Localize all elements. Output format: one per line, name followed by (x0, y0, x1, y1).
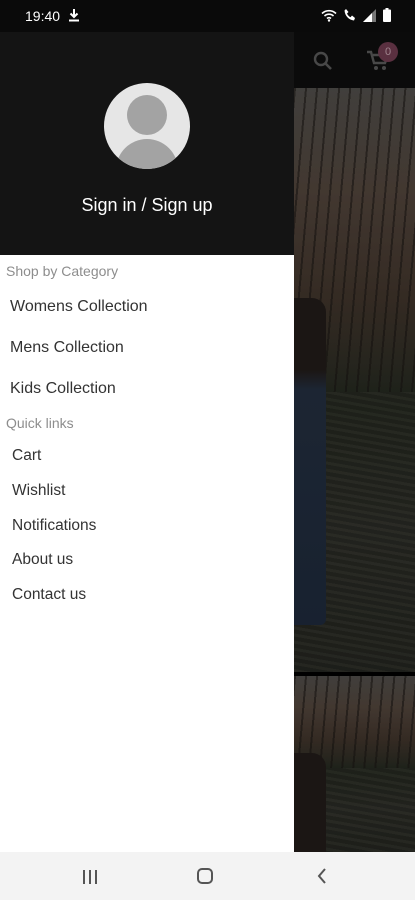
menu-item-contact-us[interactable]: Contact us (12, 586, 86, 604)
menu-item-wishlist[interactable]: Wishlist (12, 482, 65, 500)
recent-apps-icon[interactable] (82, 870, 98, 889)
status-icons (321, 8, 391, 27)
volte-call-icon (343, 8, 357, 27)
drawer-header: Sign in / Sign up (0, 32, 294, 255)
status-bar: 19:40 (0, 0, 415, 32)
system-nav-bar (0, 852, 415, 900)
wifi-icon (321, 9, 337, 27)
navigation-drawer: Sign in / Sign up Shop by Category Women… (0, 32, 294, 852)
back-icon[interactable] (316, 867, 328, 890)
shop-by-category-title: Shop by Category (6, 263, 119, 279)
menu-item-about-us[interactable]: About us (12, 551, 73, 569)
status-time: 19:40 (25, 8, 61, 24)
download-icon (68, 8, 80, 27)
home-icon[interactable] (197, 868, 213, 884)
menu-item-mens-collection[interactable]: Mens Collection (10, 339, 124, 357)
menu-item-cart[interactable]: Cart (12, 447, 41, 465)
quick-links-title: Quick links (6, 415, 74, 431)
menu-item-notifications[interactable]: Notifications (12, 517, 96, 535)
signal-icon (363, 8, 377, 27)
user-avatar-icon[interactable] (104, 83, 190, 169)
menu-item-kids-collection[interactable]: Kids Collection (10, 380, 116, 398)
menu-item-womens-collection[interactable]: Womens Collection (10, 298, 148, 316)
sign-in-link[interactable]: Sign in / Sign up (0, 195, 294, 216)
battery-icon (383, 8, 391, 27)
